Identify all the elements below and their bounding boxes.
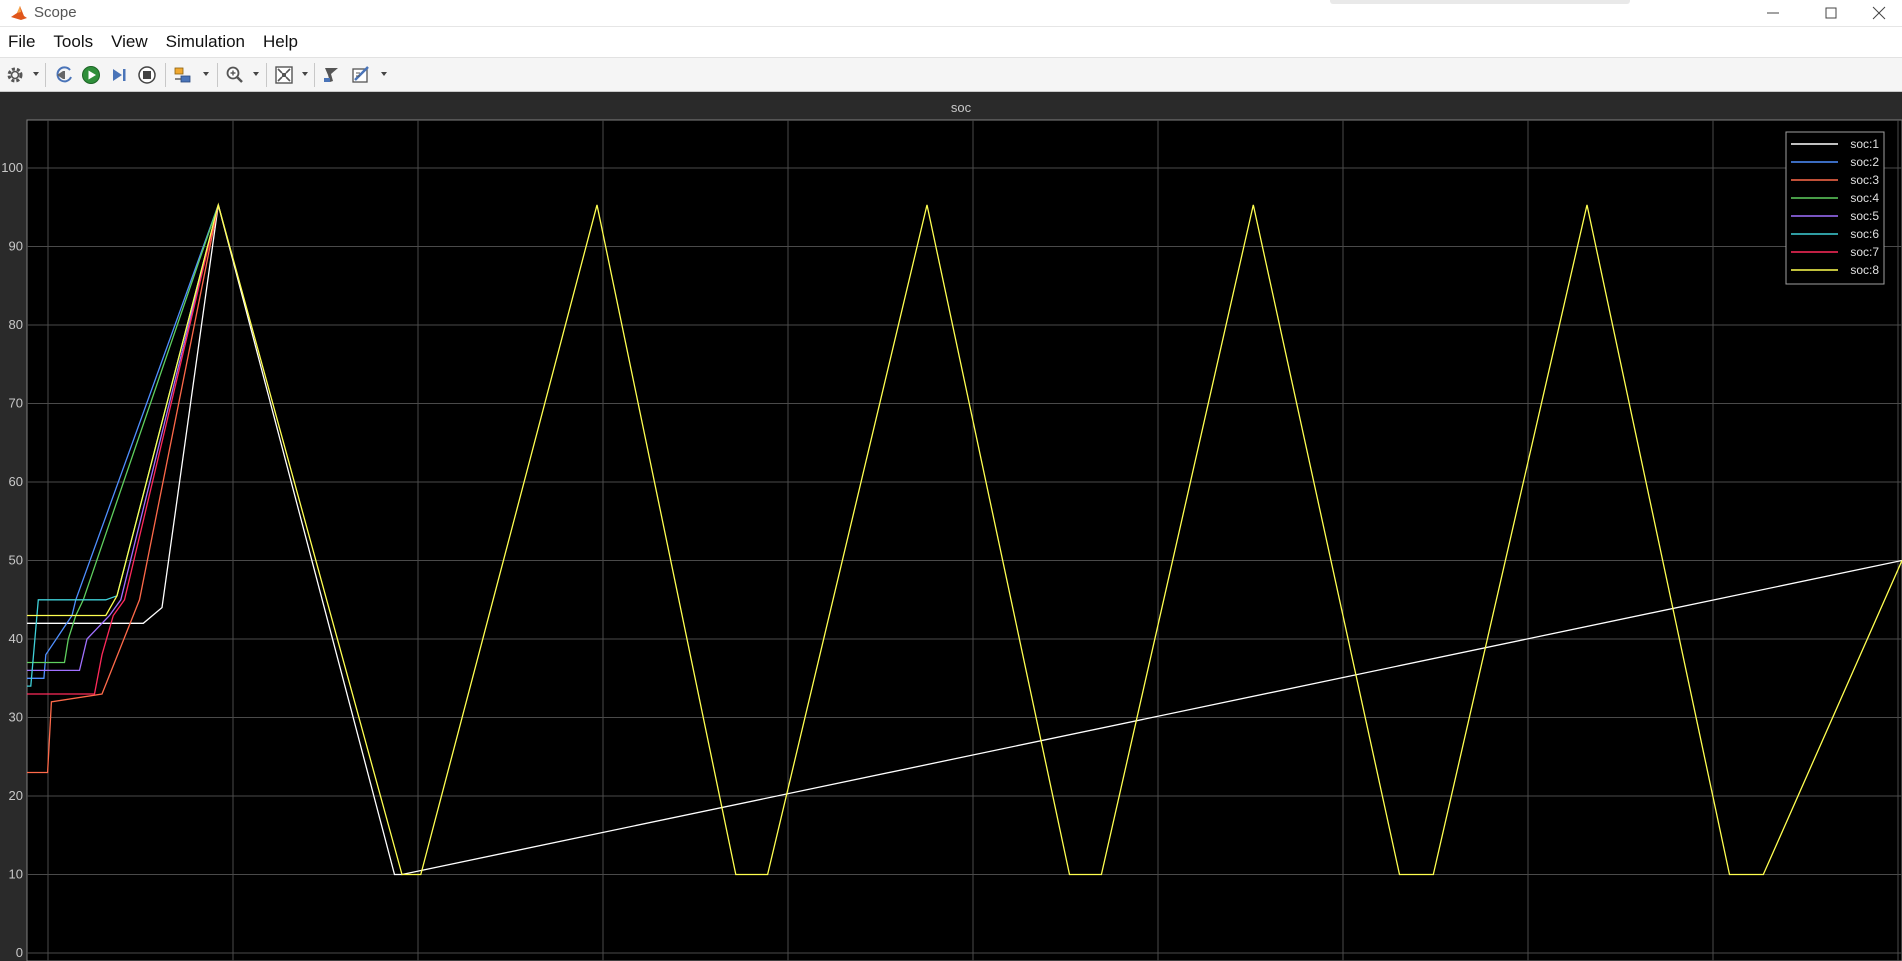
measurements-dropdown-caret[interactable]	[381, 72, 387, 76]
toolbar-separator	[314, 63, 315, 87]
close-button[interactable]	[1856, 0, 1902, 26]
y-tick-label: 10	[9, 867, 23, 882]
scope-display: soc 0 10 20 30 40 50 60 70 80 90 100 soc:1 soc:2 soc…	[0, 92, 1902, 961]
y-tick-label: 80	[9, 317, 23, 332]
settings-dropdown-caret[interactable]	[33, 72, 39, 76]
menu-simulation[interactable]: Simulation	[157, 27, 254, 56]
legend-label: soc:5	[1850, 209, 1879, 223]
toolbar-separator	[217, 63, 218, 87]
settings-icon[interactable]	[5, 65, 25, 85]
legend-label: soc:7	[1850, 245, 1879, 259]
y-tick-label: 40	[9, 631, 23, 646]
y-tick-label: 90	[9, 239, 23, 254]
zoom-icon[interactable]	[225, 65, 245, 85]
toolbar	[0, 57, 1902, 92]
toolbar-separator	[45, 63, 46, 87]
close-icon	[1872, 6, 1886, 20]
legend-label: soc:3	[1850, 173, 1879, 187]
y-tick-label: 0	[16, 945, 23, 960]
step-forward-icon[interactable]	[109, 65, 129, 85]
autoscale-icon[interactable]	[274, 65, 294, 85]
step-back-icon[interactable]	[54, 65, 74, 85]
menu-view[interactable]: View	[102, 27, 157, 56]
menu-help[interactable]: Help	[254, 27, 307, 56]
cursor-icon[interactable]	[322, 65, 342, 85]
zoom-dropdown-caret[interactable]	[253, 72, 259, 76]
y-tick-label: 20	[9, 788, 23, 803]
legend-label: soc:2	[1850, 155, 1879, 169]
legend-label: soc:4	[1850, 191, 1879, 205]
measurements-icon[interactable]	[351, 65, 371, 85]
y-tick-label: 50	[9, 553, 23, 568]
y-axis-ticks: 0 10 20 30 40 50 60 70 80 90 100	[1, 160, 23, 960]
menu-file[interactable]: File	[0, 27, 44, 56]
title-bar: Scope	[0, 0, 1902, 27]
signal-highlight-icon[interactable]	[173, 65, 193, 85]
y-tick-label: 30	[9, 710, 23, 725]
overlapping-window-edge	[1330, 0, 1630, 4]
run-icon[interactable]	[81, 65, 101, 85]
scope-plot[interactable]: soc 0102030405060708090100 soc:1soc:2soc…	[0, 92, 1902, 961]
stop-icon[interactable]	[137, 65, 157, 85]
menu-tools[interactable]: Tools	[44, 27, 102, 56]
legend: soc:1 soc:2 soc:3 soc:4 soc:5 soc:6 soc:7 soc:8	[1785, 131, 1885, 285]
signal-dropdown-caret[interactable]	[203, 72, 209, 76]
y-tick-label: 70	[9, 396, 23, 411]
window-title: Scope	[34, 4, 77, 21]
maximize-icon	[1825, 7, 1837, 19]
legend-label: soc:6	[1850, 227, 1879, 241]
matlab-logo-icon	[11, 6, 27, 20]
chart-title: soc	[951, 100, 972, 115]
legend-label: soc:1	[1850, 137, 1879, 151]
y-tick-label: 60	[9, 474, 23, 489]
minimize-icon	[1767, 12, 1779, 14]
minimize-button[interactable]	[1750, 0, 1796, 26]
y-tick-label: 100	[1, 160, 23, 175]
maximize-button[interactable]	[1808, 0, 1854, 26]
toolbar-separator	[266, 63, 267, 87]
autoscale-dropdown-caret[interactable]	[302, 72, 308, 76]
menu-bar: File Tools View Simulation Help	[0, 27, 1902, 56]
toolbar-separator	[165, 63, 166, 87]
legend-label: soc:8	[1850, 263, 1879, 277]
